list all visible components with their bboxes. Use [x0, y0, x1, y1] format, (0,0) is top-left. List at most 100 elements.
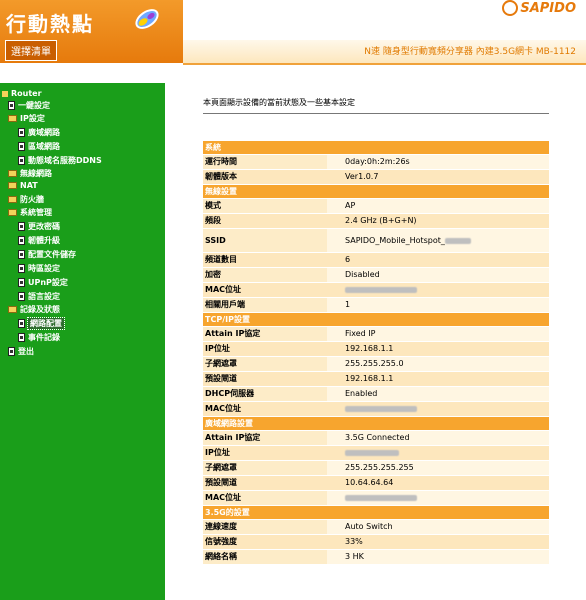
- table-row: 網絡名稱 3 HK: [203, 550, 549, 564]
- table-row: 頻道數目 6: [203, 253, 549, 267]
- tree-root-label: Router: [11, 89, 42, 98]
- row-label: 相關用戶端: [203, 298, 327, 312]
- sidebar-item-firmware-upgrade[interactable]: 韌體升級: [18, 235, 60, 246]
- sidebar: Router 一鍵設定 IP設定 廣域網路 區域網路 動態域名服務DDNS 無線…: [0, 83, 165, 600]
- table-row: SSID SAPIDO_Mobile_Hotspot_: [203, 229, 549, 252]
- row-label: MAC位址: [203, 491, 327, 505]
- table-row: DHCP伺服器 Enabled: [203, 387, 549, 401]
- row-label: 子網遮罩: [203, 461, 327, 475]
- redacted-mac: [345, 286, 417, 293]
- brand-swirl-icon: [502, 0, 519, 16]
- page-icon: [18, 236, 25, 245]
- sidebar-item-label: 網路配置: [27, 317, 65, 330]
- header: 行動熱點 選擇清單 SAPIDO N速 隨身型行動寬頻分享器 內建3.5G網卡 …: [0, 0, 586, 65]
- sidebar-item-label: 區域網路: [28, 142, 60, 151]
- row-label: 頻段: [203, 214, 327, 228]
- table-row: 相關用戶端 1: [203, 298, 549, 312]
- table-row: MAC位址: [203, 491, 549, 505]
- table-row: 子網遮罩 255.255.255.255: [203, 461, 549, 475]
- sidebar-item-change-password[interactable]: 更改密碼: [18, 221, 60, 232]
- folder-icon: [8, 182, 17, 189]
- sidebar-item-upnp[interactable]: UPnP設定: [18, 277, 68, 288]
- menu-tab[interactable]: 選擇清單: [5, 40, 57, 61]
- page-icon: [18, 333, 25, 342]
- page-description: 本頁面顯示設備的當前狀態及一些基本設定: [203, 98, 355, 107]
- row-label: 運行時間: [203, 155, 327, 169]
- sidebar-item-timezone[interactable]: 時區設定: [18, 263, 60, 274]
- row-label: 預設閘道: [203, 372, 327, 386]
- sidebar-item-wan[interactable]: 廣域網路: [18, 127, 60, 138]
- sidebar-item-event-log[interactable]: 事件記錄: [18, 332, 60, 343]
- table-row: 模式 AP: [203, 199, 549, 213]
- table-row: 運行時間 0day:0h:2m:26s: [203, 155, 549, 169]
- row-value: 255.255.255.255: [327, 461, 549, 475]
- sidebar-item-quick-setup[interactable]: 一鍵設定: [8, 100, 50, 111]
- row-value: 6: [327, 253, 549, 267]
- row-value: 192.168.1.1: [327, 342, 549, 356]
- feather-logo-icon: [135, 9, 159, 29]
- sidebar-item-network-config[interactable]: 網路配置: [18, 317, 65, 330]
- row-value: Fixed IP: [327, 327, 549, 341]
- page-icon: [18, 319, 25, 328]
- row-label: 連線速度: [203, 520, 327, 534]
- sidebar-item-log-status[interactable]: 記錄及狀態: [8, 304, 60, 315]
- sidebar-item-logout[interactable]: 登出: [8, 346, 34, 357]
- sidebar-item-config-save[interactable]: 配置文件儲存: [18, 249, 76, 260]
- row-value: [327, 402, 549, 416]
- sidebar-item-wireless[interactable]: 無線網路: [8, 168, 52, 179]
- row-label: IP位址: [203, 446, 327, 460]
- product-bar: N速 隨身型行動寬頻分享器 內建3.5G網卡 MB-1112: [183, 40, 586, 65]
- table-row: 韌體版本 Ver1.0.7: [203, 170, 549, 184]
- sidebar-item-label: 記錄及狀態: [20, 305, 60, 314]
- redacted-ssid-suffix: [444, 237, 471, 244]
- sidebar-item-nat[interactable]: NAT: [8, 181, 38, 190]
- row-value: 10.64.64.64: [327, 476, 549, 490]
- sidebar-item-label: 動態域名服務DDNS: [28, 156, 102, 165]
- section-header: TCP/IP設置: [203, 313, 549, 326]
- table-row: 信號強度 33%: [203, 535, 549, 549]
- sidebar-item-label: 韌體升級: [28, 236, 60, 245]
- sidebar-item-label: 配置文件儲存: [28, 250, 76, 259]
- sidebar-item-firewall[interactable]: 防火牆: [8, 194, 44, 205]
- table-row: Attain IP協定 Fixed IP: [203, 327, 549, 341]
- row-label: 子網遮罩: [203, 357, 327, 371]
- sidebar-item-label: 時區設定: [28, 264, 60, 273]
- brand-logo: SAPIDO: [502, 0, 576, 16]
- router-icon: [2, 90, 8, 97]
- sidebar-item-label: 系統管理: [20, 208, 52, 217]
- page-icon: [18, 222, 25, 231]
- table-row: IP位址 192.168.1.1: [203, 342, 549, 356]
- sidebar-item-ddns[interactable]: 動態域名服務DDNS: [18, 155, 102, 166]
- row-label: IP位址: [203, 342, 327, 356]
- row-label: 網絡名稱: [203, 550, 327, 564]
- row-label: 模式: [203, 199, 327, 213]
- sidebar-item-ip-settings[interactable]: IP設定: [8, 113, 45, 124]
- sidebar-item-system[interactable]: 系統管理: [8, 207, 52, 218]
- folder-open-icon: [8, 209, 17, 216]
- folder-open-icon: [8, 306, 17, 313]
- row-label: 加密: [203, 268, 327, 282]
- table-row: MAC位址: [203, 402, 549, 416]
- row-value: [327, 283, 549, 297]
- row-value: [327, 446, 549, 460]
- redacted-ip: [345, 449, 399, 456]
- row-label: Attain IP協定: [203, 431, 327, 445]
- table-row: 預設閘道 10.64.64.64: [203, 476, 549, 490]
- row-label: 頻道數目: [203, 253, 327, 267]
- row-value: [327, 491, 549, 505]
- sidebar-item-lan[interactable]: 區域網路: [18, 141, 60, 152]
- row-label: SSID: [203, 229, 327, 252]
- row-value: Enabled: [327, 387, 549, 401]
- sidebar-item-label: UPnP設定: [28, 278, 68, 287]
- row-value: SAPIDO_Mobile_Hotspot_: [327, 229, 549, 252]
- row-value: 33%: [327, 535, 549, 549]
- row-label: 信號強度: [203, 535, 327, 549]
- page-icon: [18, 156, 25, 165]
- row-value: Ver1.0.7: [327, 170, 549, 184]
- tree-root-router[interactable]: Router: [2, 89, 42, 98]
- section-header: 廣域網路設置: [203, 417, 549, 430]
- status-table: 系統 運行時間 0day:0h:2m:26s 韌體版本 Ver1.0.7 無線設置 …: [203, 141, 549, 565]
- sidebar-item-label: IP設定: [20, 114, 45, 123]
- section-header: 無線設置: [203, 185, 549, 198]
- sidebar-item-language[interactable]: 語言設定: [18, 291, 60, 302]
